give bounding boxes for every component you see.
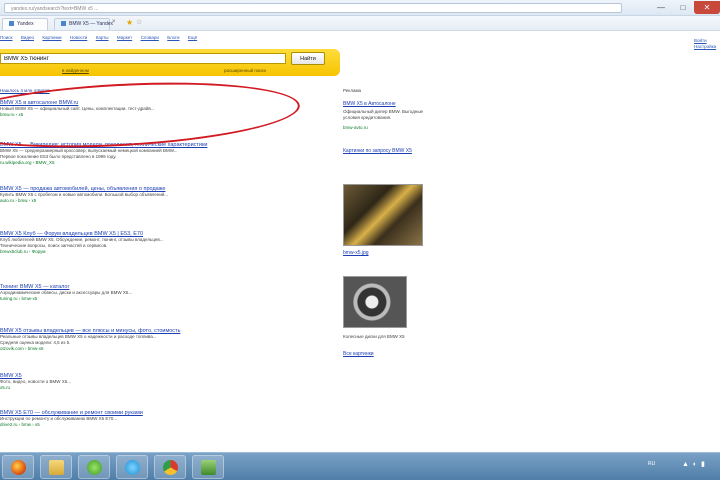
photo-description: Колесные диски для BMW X5 <box>343 334 405 339</box>
service-link[interactable]: Блоги <box>167 35 179 40</box>
ad-title-link[interactable]: BMW X5 в Автосалоне <box>343 101 396 107</box>
taskbar-chrome-button[interactable] <box>154 455 186 479</box>
results-count[interactable]: Нашлось 4 млн ответов <box>0 88 50 93</box>
search-bar: Найти в найденном расширенный поиск <box>0 49 340 76</box>
result-url[interactable]: bmw.ru › x5 <box>0 112 320 117</box>
yandex-favicon-icon <box>9 21 14 27</box>
minimize-button[interactable]: — <box>650 1 672 14</box>
search-button[interactable]: Найти <box>291 52 325 65</box>
tab-bar: Yandex BMW X5 — Yandex × ★ ☆ <box>0 16 720 31</box>
tab-yandex[interactable]: Yandex <box>2 18 48 30</box>
utorrent-icon <box>87 460 102 475</box>
app-icon <box>201 460 216 475</box>
service-link[interactable]: Ещё <box>188 35 197 40</box>
result-url[interactable]: drive2.ru › bmw › x5 <box>0 422 320 427</box>
favorites-icon[interactable]: ★ <box>126 18 133 27</box>
result-url[interactable]: otzovik.com › bmw-x5 <box>0 346 320 351</box>
close-window-button[interactable]: ✕ <box>694 1 720 14</box>
skype-icon <box>125 460 140 475</box>
search-result: BMW X5 — Википедия: история модели, поко… <box>0 142 320 165</box>
settings-link[interactable]: Настройка <box>694 44 720 50</box>
advanced-search-link[interactable]: расширенный поиск <box>224 68 266 73</box>
search-input[interactable] <box>0 53 286 64</box>
photo-caption-link[interactable]: bmw-x5.jpg <box>343 250 369 256</box>
system-tray-icons[interactable]: ▲ ◐ ▮ <box>682 460 706 468</box>
taskbar: RU ▲ ◐ ▮ <box>0 452 720 480</box>
taskbar-explorer-button[interactable] <box>40 455 72 479</box>
service-link[interactable]: Карты <box>96 35 109 40</box>
search-result: BMW X5 Клуб — Форум владельцев BMW X5 | … <box>0 231 320 254</box>
taskbar-utorrent-button[interactable] <box>78 455 110 479</box>
account-links: Войти Настройка <box>694 38 720 50</box>
service-link[interactable]: Картинки <box>42 35 61 40</box>
result-url[interactable]: x5.ru <box>0 385 320 390</box>
result-url[interactable]: bmwx5club.ru › Форум <box>0 249 320 254</box>
close-tab-icon[interactable]: × <box>112 19 116 25</box>
search-result: BMW X5 Фото, видео, новости о BMW X5... … <box>0 373 320 390</box>
ads-label: Реклама <box>343 88 362 93</box>
result-url[interactable]: auto.ru › bmw › x5 <box>0 198 320 203</box>
search-result: BMW X5 E70 — обслуживание и ремонт своим… <box>0 410 320 427</box>
taskbar-app-button[interactable] <box>192 455 224 479</box>
result-url[interactable]: ru.wikipedia.org › BMW_X5 <box>0 160 320 165</box>
tab-search-results[interactable]: BMW X5 — Yandex <box>54 18 113 30</box>
tab-label: BMW X5 — Yandex <box>69 21 113 27</box>
service-link[interactable]: Новости <box>70 35 87 40</box>
result-url[interactable]: tuning.ru › bmw-x5 <box>0 296 320 301</box>
service-link[interactable]: Видео <box>21 35 34 40</box>
car-photo-image[interactable] <box>343 184 423 246</box>
service-link[interactable]: Поиск <box>0 35 12 40</box>
language-indicator[interactable]: RU <box>648 461 655 467</box>
service-link[interactable]: Маркет <box>117 35 132 40</box>
maximize-button[interactable]: □ <box>672 1 694 14</box>
wheel-photo-image[interactable] <box>343 276 407 328</box>
bookmark-star-icon[interactable]: ☆ <box>136 18 142 26</box>
search-result: BMW X5 в автосалоне BMW.ru Новый BMW X5 … <box>0 100 320 117</box>
tab-label: Yandex <box>17 21 34 27</box>
address-bar[interactable]: yandex.ru/yandsearch?text=BMW x5 ... <box>4 3 622 13</box>
folder-icon <box>49 460 64 475</box>
browser-title-bar: yandex.ru/yandsearch?text=BMW x5 ... — □… <box>0 0 720 16</box>
search-in-results-link[interactable]: в найденном <box>62 68 89 73</box>
images-link[interactable]: Картинки по запросу BMW X5 <box>343 148 412 154</box>
chrome-icon <box>163 460 178 475</box>
all-images-link[interactable]: Все картинки <box>343 351 374 357</box>
firefox-icon <box>11 460 26 475</box>
taskbar-firefox-button[interactable] <box>2 455 34 479</box>
services-nav: Поиск Видео Картинки Новости Карты Марке… <box>0 35 300 43</box>
page-favicon-icon <box>61 21 66 27</box>
taskbar-skype-button[interactable] <box>116 455 148 479</box>
search-result: BMW X5 отзывы владельцев — все плюсы и м… <box>0 328 320 351</box>
search-result: BMW X5 — продажа автомобилей, цены, объя… <box>0 186 320 203</box>
search-result: Тюнинг BMW X5 — каталог Аэродинамические… <box>0 284 320 301</box>
service-link[interactable]: Словари <box>141 35 159 40</box>
ad-url[interactable]: bmw-avto.ru <box>343 125 368 130</box>
ad-text: условия кредитования. <box>343 115 392 120</box>
